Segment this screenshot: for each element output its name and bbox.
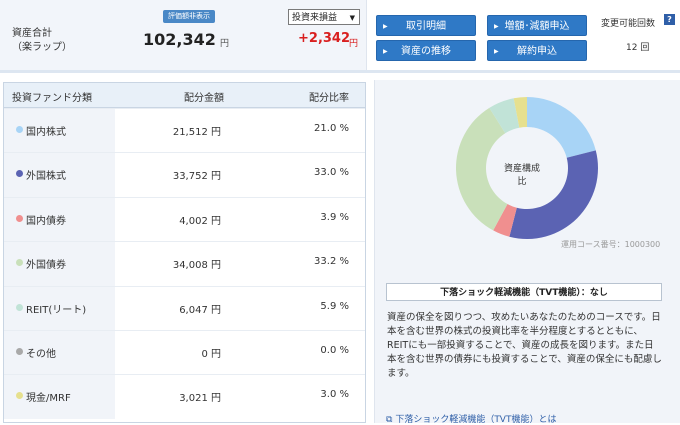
category-cell: 外国債券: [4, 242, 115, 287]
donut-center-label: 資産構成比: [503, 164, 540, 187]
legend-dot-icon: [16, 214, 23, 222]
cancel-contract-button-label: 解約申込: [517, 46, 557, 57]
allocation-amount: 6,047 円: [179, 304, 221, 316]
category-cell: 国内債券: [4, 197, 115, 242]
arrow-right-icon: ▶: [494, 48, 499, 55]
legend-dot-icon: [16, 303, 23, 311]
profit-loss-unit: 円: [349, 39, 359, 49]
header-ratio: 配分比率: [309, 93, 349, 104]
table-row: 外国株式 33,752 円 33.0 %: [4, 152, 365, 198]
category-name: 外国債券: [26, 260, 66, 272]
asset-history-button[interactable]: ▶ 資産の推移: [376, 40, 476, 61]
category-name: REIT(リート): [26, 304, 87, 316]
header-category: 投資ファンド分類: [12, 93, 92, 104]
total-label-line2: （楽ラップ）: [12, 42, 72, 53]
table-row: 国内株式 21,512 円 21.0 %: [4, 108, 365, 153]
allocation-ratio: 3.0 %: [320, 389, 349, 401]
category-cell: 外国株式: [4, 153, 115, 198]
profit-loss-select[interactable]: 投資来損益 ▼: [288, 9, 360, 25]
increase-decrease-button[interactable]: ▶ 増額･減額申込: [487, 15, 587, 36]
transactions-button-label: 取引明細: [406, 21, 446, 32]
chevron-down-icon: ▼: [349, 14, 355, 22]
transactions-button[interactable]: ▶ 取引明細: [376, 15, 476, 36]
total-value-unit: 円: [220, 39, 230, 49]
category-name: その他: [26, 349, 56, 360]
category-name: 外国株式: [26, 171, 66, 183]
legend-dot-icon: [16, 348, 23, 355]
table-row: REIT(リート) 6,047 円 5.9 %: [4, 285, 365, 331]
course-number: 運用コース番号：1000300: [561, 240, 661, 249]
tvt-info-link-label: 下落ショック軽減機能（TVT機能）とは: [395, 415, 557, 425]
table-row: 外国債券 34,008 円 33.2 %: [4, 241, 365, 287]
table-header: 投資ファンド分類 配分金額 配分比率: [3, 82, 366, 108]
help-icon[interactable]: ?: [664, 14, 675, 25]
category-cell: 現金/MRF: [4, 375, 115, 420]
allocation-ratio: 5.9 %: [320, 300, 349, 312]
arrow-right-icon: ▶: [383, 48, 388, 55]
allocation-ratio: 3.9 %: [320, 211, 349, 223]
profit-loss-select-value: 投資来損益: [292, 13, 338, 23]
header-amount: 配分金額: [184, 93, 224, 104]
legend-dot-icon: [16, 126, 23, 133]
changes-remaining-count: 12 回: [626, 43, 650, 53]
total-label-line1: 資産合計: [12, 28, 52, 39]
allocation-ratio: 33.0 %: [314, 167, 349, 179]
allocation-amount: 4,002 円: [179, 215, 221, 227]
allocation-ratio: 33.2 %: [314, 256, 349, 268]
asset-history-button-label: 資産の推移: [401, 46, 451, 57]
course-description: 資産の保全を図りつつ、攻めたいあなたのためのコースです。日本を含む世界の株式の投…: [387, 312, 662, 379]
allocation-ratio: 0.0 %: [320, 345, 349, 356]
donut-slice: [527, 97, 596, 158]
category-name: 国内債券: [26, 215, 66, 227]
allocation-amount: 21,512 円: [172, 127, 221, 138]
legend-dot-icon: [16, 170, 23, 178]
tvt-status-box: 下落ショック軽減機能（TVT機能）：なし: [386, 283, 662, 301]
cancel-contract-button[interactable]: ▶ 解約申込: [487, 40, 587, 61]
changes-remaining-label: 変更可能回数: [601, 19, 656, 29]
category-cell: 国内株式: [4, 109, 115, 153]
allocation-amount: 33,752 円: [172, 171, 221, 183]
table-row: その他 0 円 0.0 %: [4, 330, 365, 375]
tvt-info-link[interactable]: ⧉ 下落ショック軽減機能（TVT機能）とは: [386, 412, 556, 425]
arrow-right-icon: ▶: [494, 23, 499, 30]
category-name: 現金/MRF: [26, 393, 71, 405]
category-cell: REIT(リート): [4, 286, 115, 331]
arrow-right-icon: ▶: [383, 23, 388, 30]
increase-decrease-button-label: 増額･減額申込: [504, 21, 570, 32]
legend-dot-icon: [16, 392, 23, 400]
total-value: 102,342: [143, 30, 216, 49]
table-row: 国内債券 4,002 円 3.9 %: [4, 196, 365, 242]
section-divider: [0, 70, 680, 73]
category-name: 国内株式: [26, 127, 66, 138]
legend-dot-icon: [16, 259, 23, 267]
profit-loss-value: +2,342: [298, 31, 351, 46]
allocation-amount: 3,021 円: [179, 393, 221, 405]
allocation-amount: 34,008 円: [172, 260, 221, 272]
total-label: 資産合計 （楽ラップ）: [12, 27, 72, 55]
table-row: 現金/MRF 3,021 円 3.0 %: [4, 374, 365, 420]
allocation-amount: 0 円: [201, 349, 221, 360]
hide-valuation-button[interactable]: 評価額非表示: [163, 10, 215, 23]
allocation-ratio: 21.0 %: [314, 123, 349, 134]
external-link-icon: ⧉: [386, 415, 393, 425]
category-cell: その他: [4, 331, 115, 375]
